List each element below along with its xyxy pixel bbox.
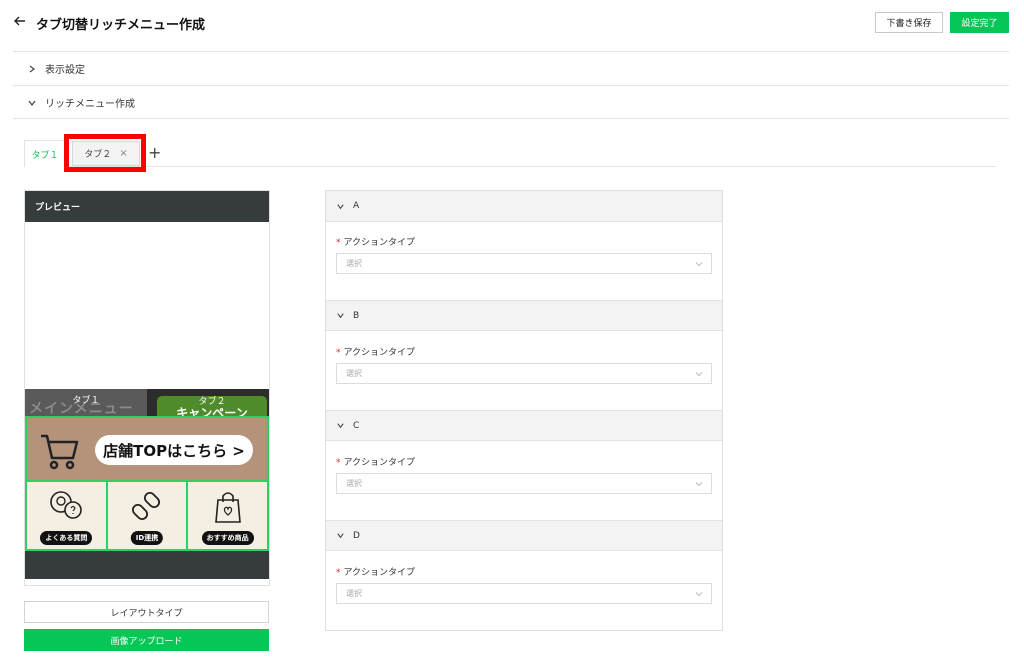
save-draft-button[interactable]: 下書き保存 — [875, 12, 943, 33]
banner-text: 店舗TOPはこちら > — [95, 435, 253, 465]
shopping-cart-icon — [41, 434, 79, 470]
preview-header: プレビュー — [25, 191, 269, 222]
action-type-label: * アクションタイプ — [336, 568, 416, 578]
page-title: タブ切替リッチメニュー作成 — [36, 18, 206, 33]
shopping-bag-icon — [214, 492, 241, 523]
chevron-down-icon — [695, 592, 703, 597]
select-placeholder: 選択 — [346, 369, 362, 378]
chat-bubbles-icon — [50, 491, 83, 519]
back-arrow-icon[interactable] — [13, 14, 27, 28]
rich-menu-tab-label: タブ１ — [72, 396, 100, 406]
tab-1[interactable]: タブ１ — [24, 140, 66, 167]
rich-menu-cell: ID連携 — [107, 482, 189, 549]
select-placeholder: 選択 — [346, 479, 362, 488]
rich-menu-preview: メインメニュー タブ１ タブ２ キャンペーン 店舗TOPはこちら > よくある質… — [25, 389, 269, 554]
section-display-settings[interactable]: 表示設定 — [13, 52, 1009, 85]
highlight-box — [64, 134, 146, 172]
area-name: D — [353, 530, 360, 541]
page-header: タブ切替リッチメニュー作成 下書き保存 設定完了 — [0, 0, 1024, 46]
action-type-label: * アクションタイプ — [336, 348, 416, 358]
preview-footer — [25, 551, 269, 579]
area-c-header[interactable]: C — [326, 410, 722, 441]
select-placeholder: 選択 — [346, 589, 362, 598]
cell-label: よくある質問 — [40, 531, 93, 545]
rich-menu-cells: よくある質問 ID連携 おすすめ商品 — [25, 482, 269, 551]
area-name: B — [353, 310, 360, 321]
chevron-down-icon — [337, 423, 344, 429]
action-type-select-c[interactable]: 選択 — [336, 473, 712, 494]
divider — [13, 118, 1009, 119]
rich-menu-tab-2: タブ２ キャンペーン — [147, 389, 269, 416]
area-name: A — [353, 201, 360, 211]
complete-settings-button[interactable]: 設定完了 — [950, 12, 1009, 33]
chevron-down-icon — [337, 203, 344, 209]
area-b-header[interactable]: B — [326, 300, 722, 331]
section-label: リッチメニュー作成 — [45, 99, 135, 110]
cell-label: ID連携 — [130, 531, 164, 545]
area-d-header[interactable]: D — [326, 520, 722, 551]
tab-bar: タブ１ タブ２ × — [24, 140, 996, 167]
preview-panel: プレビュー メインメニュー タブ１ タブ２ キャンペーン 店舗TOPはこちら > — [24, 190, 270, 586]
tab-label: タブ１ — [31, 150, 59, 161]
rich-menu-cell: おすすめ商品 — [188, 482, 268, 549]
chevron-down-icon — [695, 372, 703, 377]
chevron-down-icon — [695, 262, 703, 267]
cell-label: おすすめ商品 — [201, 531, 254, 545]
rich-menu-banner: 店舗TOPはこちら > — [25, 416, 269, 482]
chevron-down-icon — [337, 533, 344, 539]
chevron-right-icon — [29, 65, 35, 72]
chevron-down-icon — [28, 100, 36, 106]
select-placeholder: 選択 — [346, 259, 362, 268]
section-rich-menu-create[interactable]: リッチメニュー作成 — [13, 86, 1009, 119]
action-type-select-b[interactable]: 選択 — [336, 363, 712, 384]
action-type-label: * アクションタイプ — [336, 238, 416, 248]
action-type-label: * アクションタイプ — [336, 458, 416, 468]
add-tab-button[interactable]: + — [148, 143, 161, 162]
rich-menu-tab-1: メインメニュー タブ１ — [25, 389, 147, 416]
chevron-down-icon — [337, 313, 344, 319]
area-name: C — [353, 420, 360, 431]
action-type-select-d[interactable]: 選択 — [336, 583, 712, 604]
rich-menu-cell: よくある質問 — [27, 482, 108, 549]
tab-ghost-text: キャンペーン — [176, 406, 248, 416]
image-upload-button[interactable]: 画像アップロード — [24, 629, 269, 651]
section-label: 表示設定 — [45, 65, 85, 76]
area-a-header[interactable]: A — [326, 191, 722, 222]
action-type-select-a[interactable]: 選択 — [336, 253, 712, 274]
action-settings-panel: A * アクションタイプ 選択 B * アクションタイプ 選択 C * アクションタイ… — [325, 190, 723, 631]
chevron-down-icon — [695, 482, 703, 487]
link-icon — [132, 491, 161, 521]
layout-type-button[interactable]: レイアウトタイプ — [24, 601, 269, 623]
